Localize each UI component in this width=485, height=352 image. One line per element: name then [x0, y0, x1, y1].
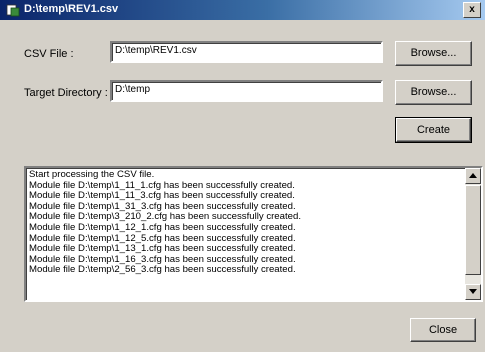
window-title: D:\temp\REV1.csv — [24, 3, 119, 15]
target-directory-value: D:\temp — [115, 84, 151, 95]
csv-file-field[interactable]: D:\temp\REV1.csv — [110, 41, 383, 63]
title-bar[interactable]: D:\temp\REV1.csv x — [0, 0, 485, 20]
app-icon — [6, 4, 20, 17]
log-line: Module file D:\temp\1_12_1.cfg has been … — [29, 221, 296, 233]
close-label: Close — [428, 324, 458, 336]
browse-csv-label: Browse... — [410, 47, 457, 59]
browse-target-button[interactable]: Browse... — [395, 80, 472, 105]
log-line: Module file D:\temp\2_56_3.cfg has been … — [29, 264, 296, 276]
target-directory-field[interactable]: D:\temp — [110, 80, 383, 102]
close-window-button[interactable]: x — [463, 2, 481, 18]
browse-csv-button[interactable]: Browse... — [395, 41, 472, 66]
scroll-down-button[interactable] — [465, 284, 481, 300]
vertical-scrollbar[interactable] — [465, 168, 481, 300]
csv-file-label: CSV File : — [24, 48, 74, 60]
scroll-thumb[interactable] — [465, 185, 481, 275]
log-line: Start processing the CSV file. — [29, 170, 155, 180]
create-button[interactable]: Create — [395, 117, 472, 143]
target-directory-label: Target Directory : — [24, 87, 108, 99]
close-button[interactable]: Close — [410, 318, 476, 342]
csv-file-value: D:\temp\REV1.csv — [115, 45, 197, 56]
browse-target-label: Browse... — [410, 86, 457, 98]
scroll-up-arrow-icon — [469, 173, 477, 178]
scroll-up-button[interactable] — [465, 168, 481, 184]
log-lines: Start processing the CSV file. Module fi… — [29, 170, 459, 300]
csv-dialog-window: D:\temp\REV1.csv x CSV File : D:\temp\RE… — [0, 0, 485, 352]
log-listbox[interactable]: Start processing the CSV file. Module fi… — [24, 166, 483, 302]
scroll-down-arrow-icon — [469, 289, 477, 294]
close-icon: x — [469, 4, 475, 15]
create-label: Create — [416, 124, 451, 136]
